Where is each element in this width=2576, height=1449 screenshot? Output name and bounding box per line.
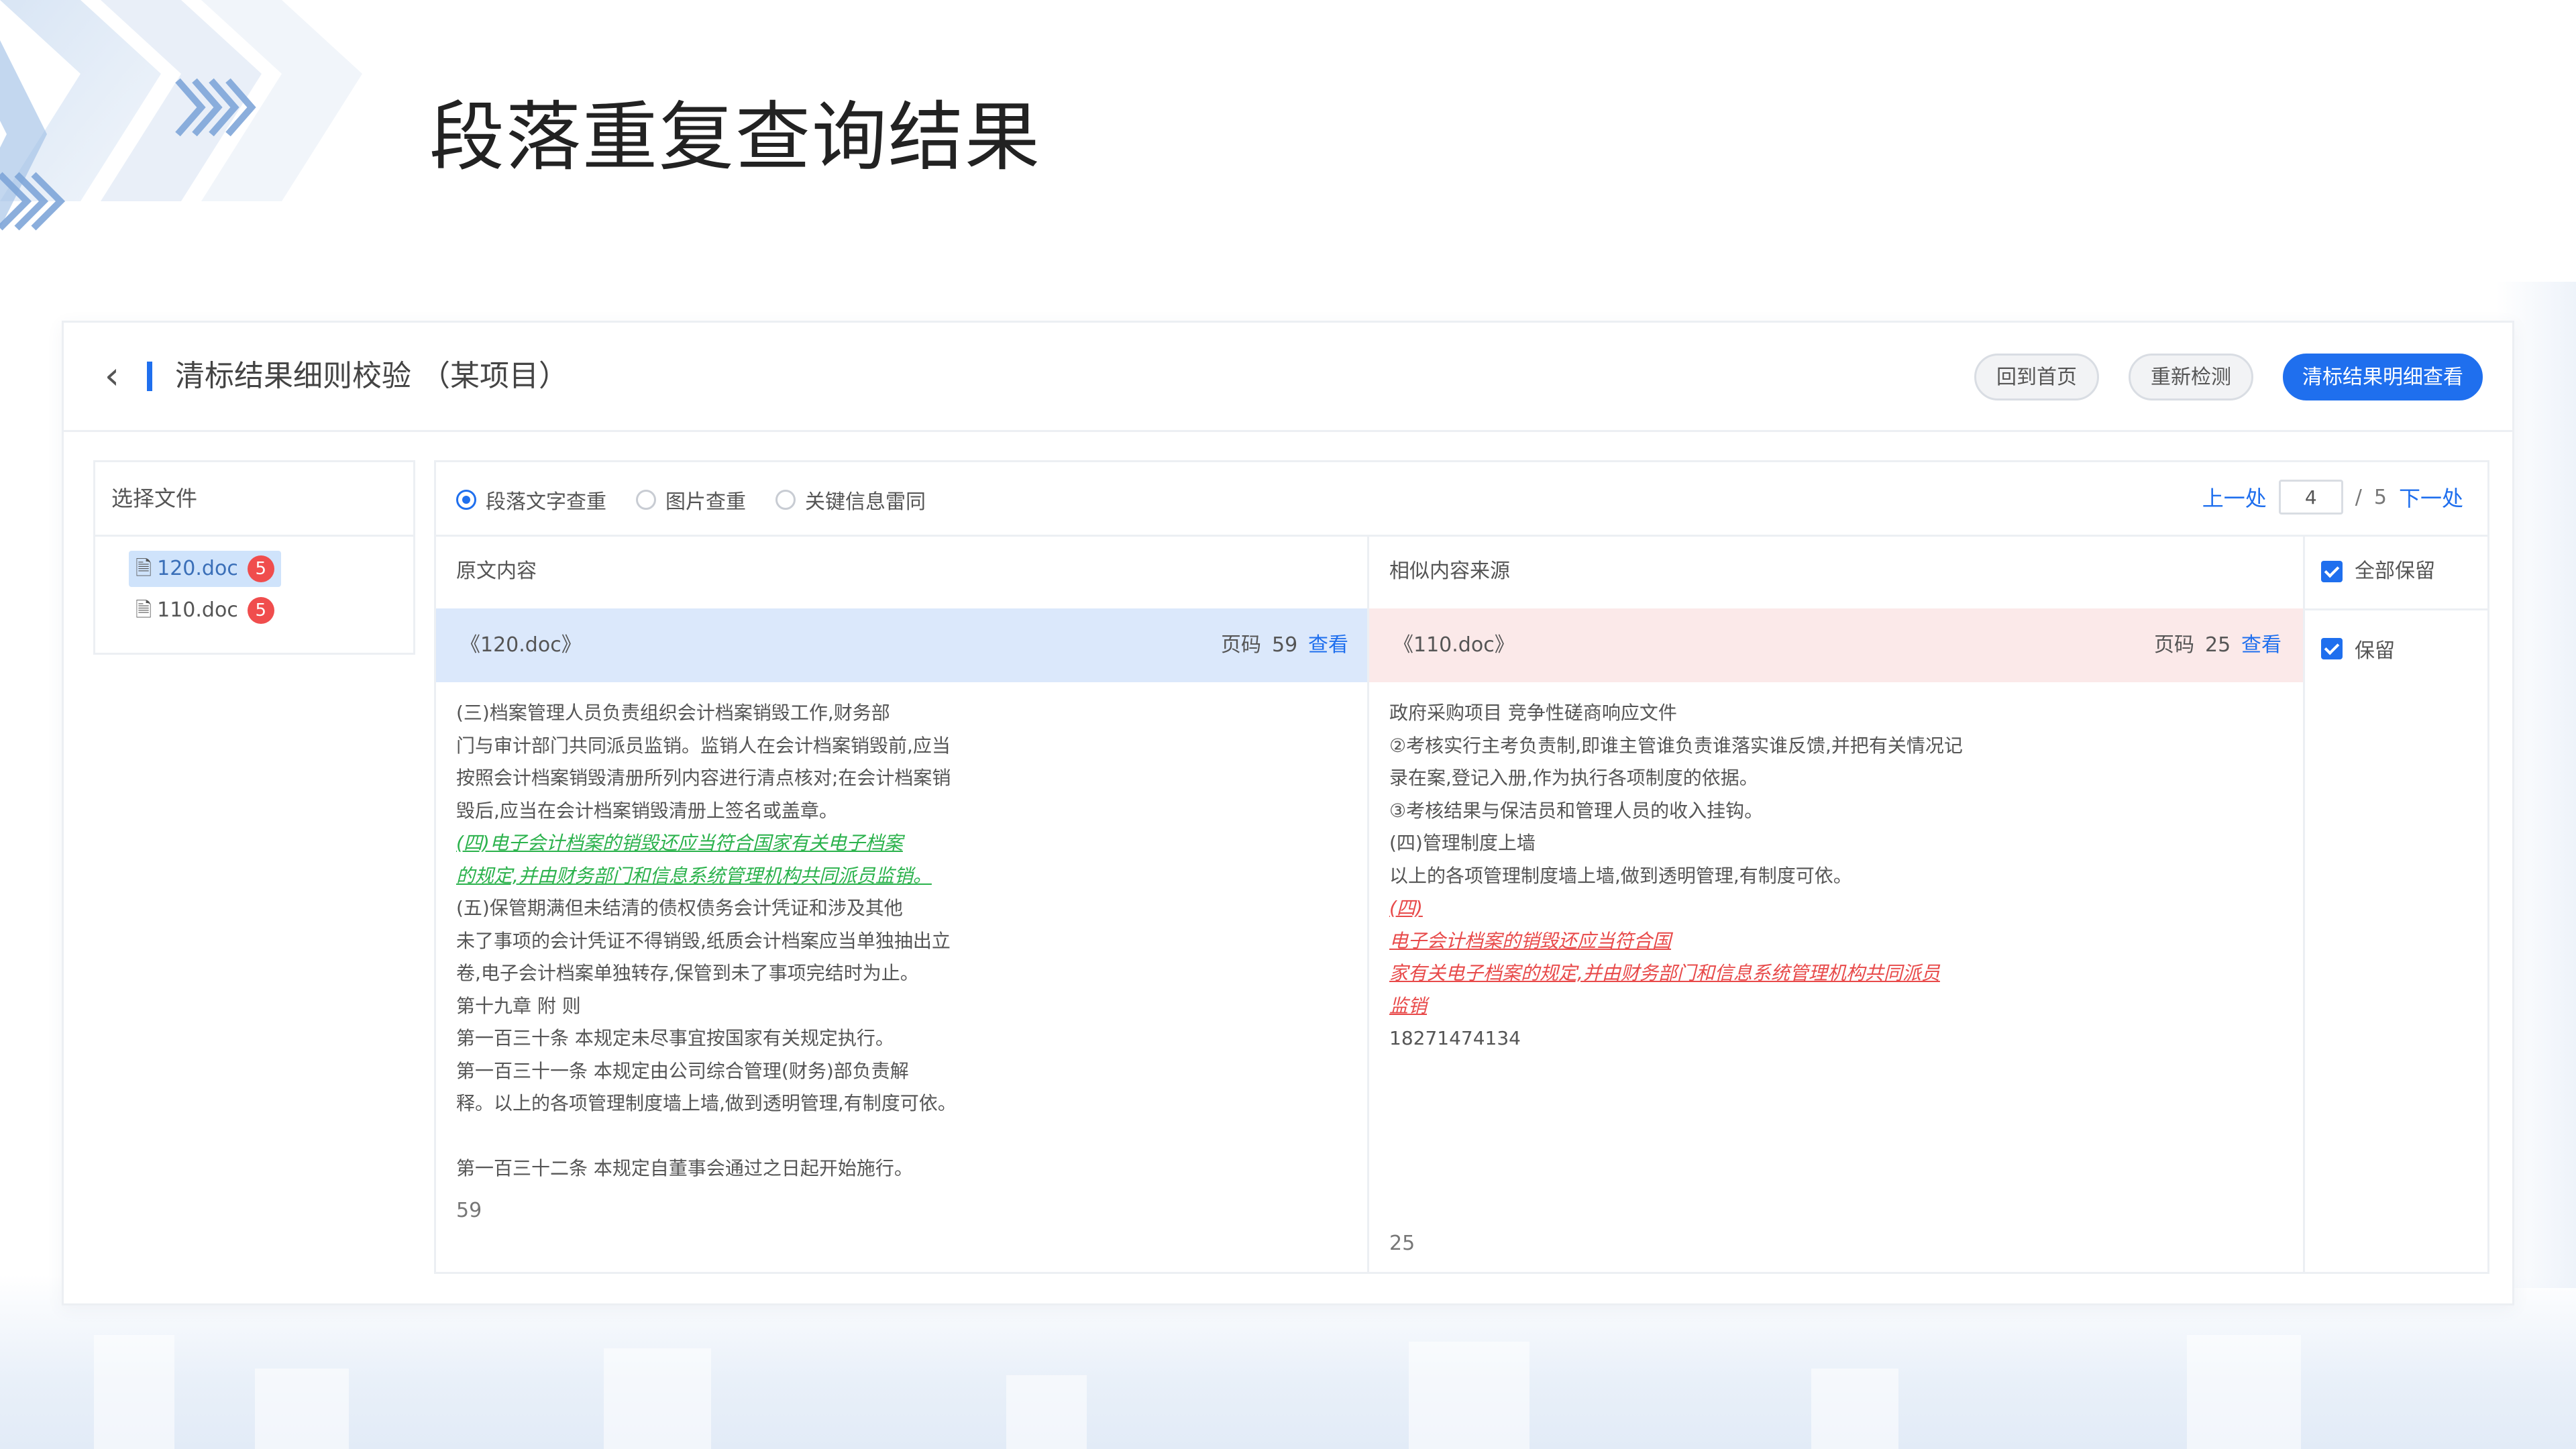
highlighted-duplicate-line: (四)电子会计档案的销毁还应当符合国家有关电子档案 — [456, 832, 903, 854]
text-line: 政府采购项目 竞争性磋商响应文件 — [1389, 702, 1677, 724]
text-line: (三)档案管理人员负责组织会计档案销毁工作,财务部 — [456, 702, 890, 724]
radio-paragraph-check[interactable]: 段落文字查重 — [456, 485, 606, 515]
radio-dot — [456, 490, 476, 510]
original-content-header: 原文内容 — [456, 559, 537, 583]
checkbox-label: 保留 — [2355, 639, 2395, 663]
radio-label: 段落文字查重 — [486, 490, 606, 514]
title-accent-bar — [147, 362, 152, 391]
text-line: 按照会计档案销毁清册所列内容进行清点核对;在会计档案销 — [456, 767, 951, 789]
original-page-label: 页码 — [1221, 633, 1261, 657]
text-line: 18271474134 — [1389, 1027, 1521, 1049]
match-pager: 上一处 / 5 下一处 — [2202, 480, 2463, 515]
original-page-number: 59 — [1272, 633, 1298, 657]
app-header: ‹ 清标结果细则校验 （某项目） 回到首页 重新检测 清标结果明细查看 — [64, 323, 2512, 432]
source-content-text: 政府采购项目 竞争性磋商响应文件 ②考核实行主考负责制,即谁主管谁负责谁落实谁反馈… — [1389, 697, 1963, 1055]
original-content-text: (三)档案管理人员负责组织会计档案销毁工作,财务部门与审计部门共同派员监销。监销… — [456, 697, 957, 1185]
highlighted-duplicate-line: 的规定,并由财务部门和信息系统管理机构共同派员监销。 — [456, 864, 932, 887]
source-file-name: 《110.doc》 — [1393, 633, 1515, 657]
text-line — [456, 1120, 957, 1153]
text-line: 未了事项的会计凭证不得销毁,纸质会计档案应当单独抽出立 — [456, 929, 951, 952]
count-badge: 5 — [247, 597, 274, 624]
pager-separator: / — [2355, 485, 2362, 509]
back-arrow-icon[interactable]: ‹ — [93, 358, 131, 395]
radio-dot — [636, 490, 656, 510]
detail-view-button[interactable]: 清标结果明细查看 — [2283, 354, 2483, 400]
radio-image-check[interactable]: 图片查重 — [636, 485, 746, 515]
check-type-radio-group: 段落文字查重 图片查重 关键信息雷同 — [456, 485, 926, 515]
recheck-button[interactable]: 重新检测 — [2129, 354, 2253, 400]
highlighted-duplicate-line: 电子会计档案的销毁还应当符合国 — [1389, 929, 1672, 952]
text-line: 第一百三十二条 本规定自董事会通过之日起开始施行。 — [456, 1157, 913, 1179]
original-page-footer: 59 — [456, 1199, 482, 1222]
text-line: 第十九章 附 则 — [456, 994, 581, 1017]
radio-label: 关键信息雷同 — [805, 490, 926, 514]
file-name: 120.doc — [157, 557, 238, 580]
text-line: 以上的各项管理制度墙上墙,做到透明管理,有制度可依。 — [1389, 864, 1852, 887]
text-line: ②考核实行主考负责制,即谁主管谁负责谁落实谁反馈,并把有关情况记 — [1389, 734, 1963, 757]
text-line: (四)管理制度上墙 — [1389, 832, 1536, 854]
prev-match-link[interactable]: 上一处 — [2202, 482, 2267, 513]
radio-key-info-check[interactable]: 关键信息雷同 — [775, 485, 926, 515]
text-line: (五)保管期满但未结清的债权债务会计凭证和涉及其他 — [456, 897, 903, 919]
highlighted-duplicate-line: 监销 — [1389, 994, 1428, 1017]
original-file-row: 《120.doc》 页码 59 查看 — [436, 608, 1367, 682]
highlighted-duplicate-line: (四) — [1389, 897, 1423, 919]
original-view-link[interactable]: 查看 — [1308, 608, 1348, 682]
chevron-decoration — [0, 0, 362, 231]
radio-label: 图片查重 — [665, 490, 746, 514]
source-view-link[interactable]: 查看 — [2241, 608, 2282, 682]
source-page-number: 25 — [2205, 633, 2231, 657]
source-page-label: 页码 — [2154, 633, 2194, 657]
original-file-name: 《120.doc》 — [460, 633, 582, 657]
text-line: ③考核结果与保洁员和管理人员的收入挂钩。 — [1389, 799, 1764, 822]
text-line: 卷,电子会计档案单独转存,保管到未了事项完结时为止。 — [456, 962, 919, 984]
home-button[interactable]: 回到首页 — [1974, 354, 2099, 400]
column-headers: 原文内容 相似内容来源 全部保留 — [436, 535, 2487, 610]
text-line: 第一百三十一条 本规定由公司综合管理(财务)部负责解 — [456, 1059, 909, 1082]
checkbox-checked-icon — [2321, 561, 2343, 582]
highlighted-duplicate-line: 家有关电子档案的规定,并由财务部门和信息系统管理机构共同派员 — [1389, 962, 1940, 984]
source-file-row: 《110.doc》 页码 25 查看 — [1369, 608, 2303, 682]
next-match-link[interactable]: 下一处 — [2399, 482, 2463, 513]
app-window: ‹ 清标结果细则校验 （某项目） 回到首页 重新检测 清标结果明细查看 选择文件… — [62, 321, 2514, 1305]
total-matches: 5 — [2373, 485, 2387, 509]
keep-cell: 保留 — [2305, 608, 2487, 682]
file-item-110[interactable]: 🗎 110.doc 5 — [129, 592, 281, 629]
keep-all-cell: 全部保留 — [2321, 535, 2435, 608]
text-line: 释。以上的各项管理制度墙上墙,做到透明管理,有制度可依。 — [456, 1092, 957, 1114]
page-title: 清标结果细则校验 （某项目） — [175, 359, 568, 393]
similar-source-header: 相似内容来源 — [1389, 559, 1510, 583]
file-selector-title: 选择文件 — [95, 462, 413, 537]
source-page-footer: 25 — [1389, 1232, 1415, 1255]
document-icon: 🗎 — [136, 598, 152, 622]
text-line: 门与审计部门共同派员监销。监销人在会计档案销毁前,应当 — [456, 734, 951, 757]
check-type-row: 段落文字查重 图片查重 关键信息雷同 上一处 / 5 下一处 — [436, 462, 2487, 537]
checkbox-label: 全部保留 — [2355, 559, 2435, 583]
keep-checkbox[interactable]: 保留 — [2321, 634, 2395, 663]
file-name: 110.doc — [157, 598, 238, 622]
text-line: 毁后,应当在会计档案销毁清册上签名或盖章。 — [456, 799, 838, 822]
file-selector: 选择文件 🗎 120.doc 5 🗎 110.doc 5 — [93, 460, 415, 655]
document-icon: 🗎 — [136, 557, 152, 580]
file-item-120[interactable]: 🗎 120.doc 5 — [129, 551, 281, 587]
text-line: 第一百三十条 本规定未尽事宜按国家有关规定执行。 — [456, 1027, 894, 1049]
radio-dot — [775, 490, 796, 510]
slide-title: 段落重复查询结果 — [429, 94, 1041, 181]
comparison-panel: 段落文字查重 图片查重 关键信息雷同 上一处 / 5 下一处 原文内 — [434, 460, 2489, 1274]
text-line: 录在案,登记入册,作为执行各项制度的依据。 — [1389, 767, 1758, 789]
current-match-input[interactable] — [2278, 480, 2343, 515]
checkbox-checked-icon — [2321, 638, 2343, 659]
count-badge: 5 — [247, 555, 274, 582]
keep-all-checkbox[interactable]: 全部保留 — [2321, 535, 2435, 608]
